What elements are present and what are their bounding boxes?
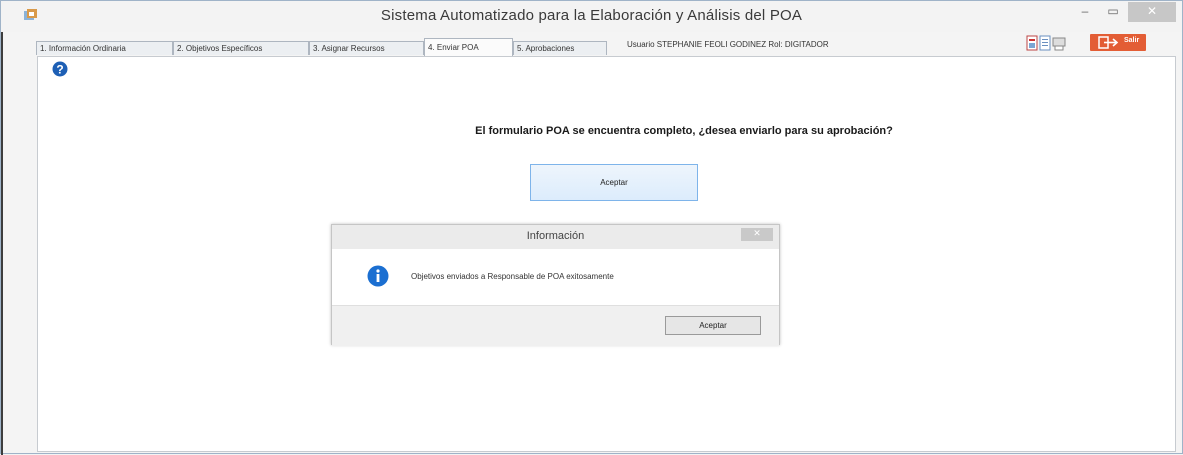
dialog-title-bar: Información ✕ xyxy=(332,225,779,249)
dialog-close-button[interactable]: ✕ xyxy=(741,228,773,241)
close-icon: ✕ xyxy=(1146,4,1158,18)
title-bar: Sistema Automatizado para la Elaboración… xyxy=(1,1,1182,32)
exit-label: Salir xyxy=(1124,37,1140,44)
svg-text:?: ? xyxy=(56,63,63,77)
window-frame-left xyxy=(1,32,3,455)
window-title: Sistema Automatizado para la Elaboración… xyxy=(380,7,803,24)
confirmation-question: El formulario POA se encuentra completo,… xyxy=(475,125,893,137)
tab-informacion-ordinaria[interactable]: 1. Información Ordinaria xyxy=(36,41,173,55)
toolbar-icons[interactable] xyxy=(1026,34,1066,52)
tab-objetivos-especificos[interactable]: 2. Objetivos Específicos xyxy=(173,41,309,55)
exit-icon xyxy=(1098,36,1119,49)
dialog-footer: Aceptar xyxy=(332,305,779,346)
dialog-accept-button[interactable]: Aceptar xyxy=(665,316,761,335)
close-button[interactable]: ✕ xyxy=(1128,2,1176,22)
close-icon: ✕ xyxy=(753,228,761,238)
dialog-message: Objetivos enviados a Responsable de POA … xyxy=(411,272,614,281)
tab-enviar-poa[interactable]: 4. Enviar POA xyxy=(424,38,513,56)
info-dialog: Información ✕ Objetivos enviados a Respo… xyxy=(331,224,780,346)
exit-button[interactable]: Salir xyxy=(1090,34,1146,51)
app-window: Sistema Automatizado para la Elaboración… xyxy=(0,0,1183,455)
accept-button[interactable]: Aceptar xyxy=(530,164,698,201)
tab-aprobaciones[interactable]: 5. Aprobaciones xyxy=(513,41,607,55)
maximize-icon: ▭ xyxy=(1107,4,1119,18)
tab-asignar-recursos[interactable]: 3. Asignar Recursos xyxy=(309,41,424,55)
minimize-button[interactable]: – xyxy=(1072,2,1098,22)
help-icon[interactable]: ? xyxy=(52,61,68,77)
minimize-icon: – xyxy=(1081,4,1089,18)
dialog-title: Información xyxy=(526,230,585,242)
info-icon xyxy=(367,265,389,287)
maximize-button[interactable]: ▭ xyxy=(1100,2,1126,22)
user-info: Usuario STEPHANIE FEOLI GODINEZ Rol: DIG… xyxy=(627,40,829,49)
